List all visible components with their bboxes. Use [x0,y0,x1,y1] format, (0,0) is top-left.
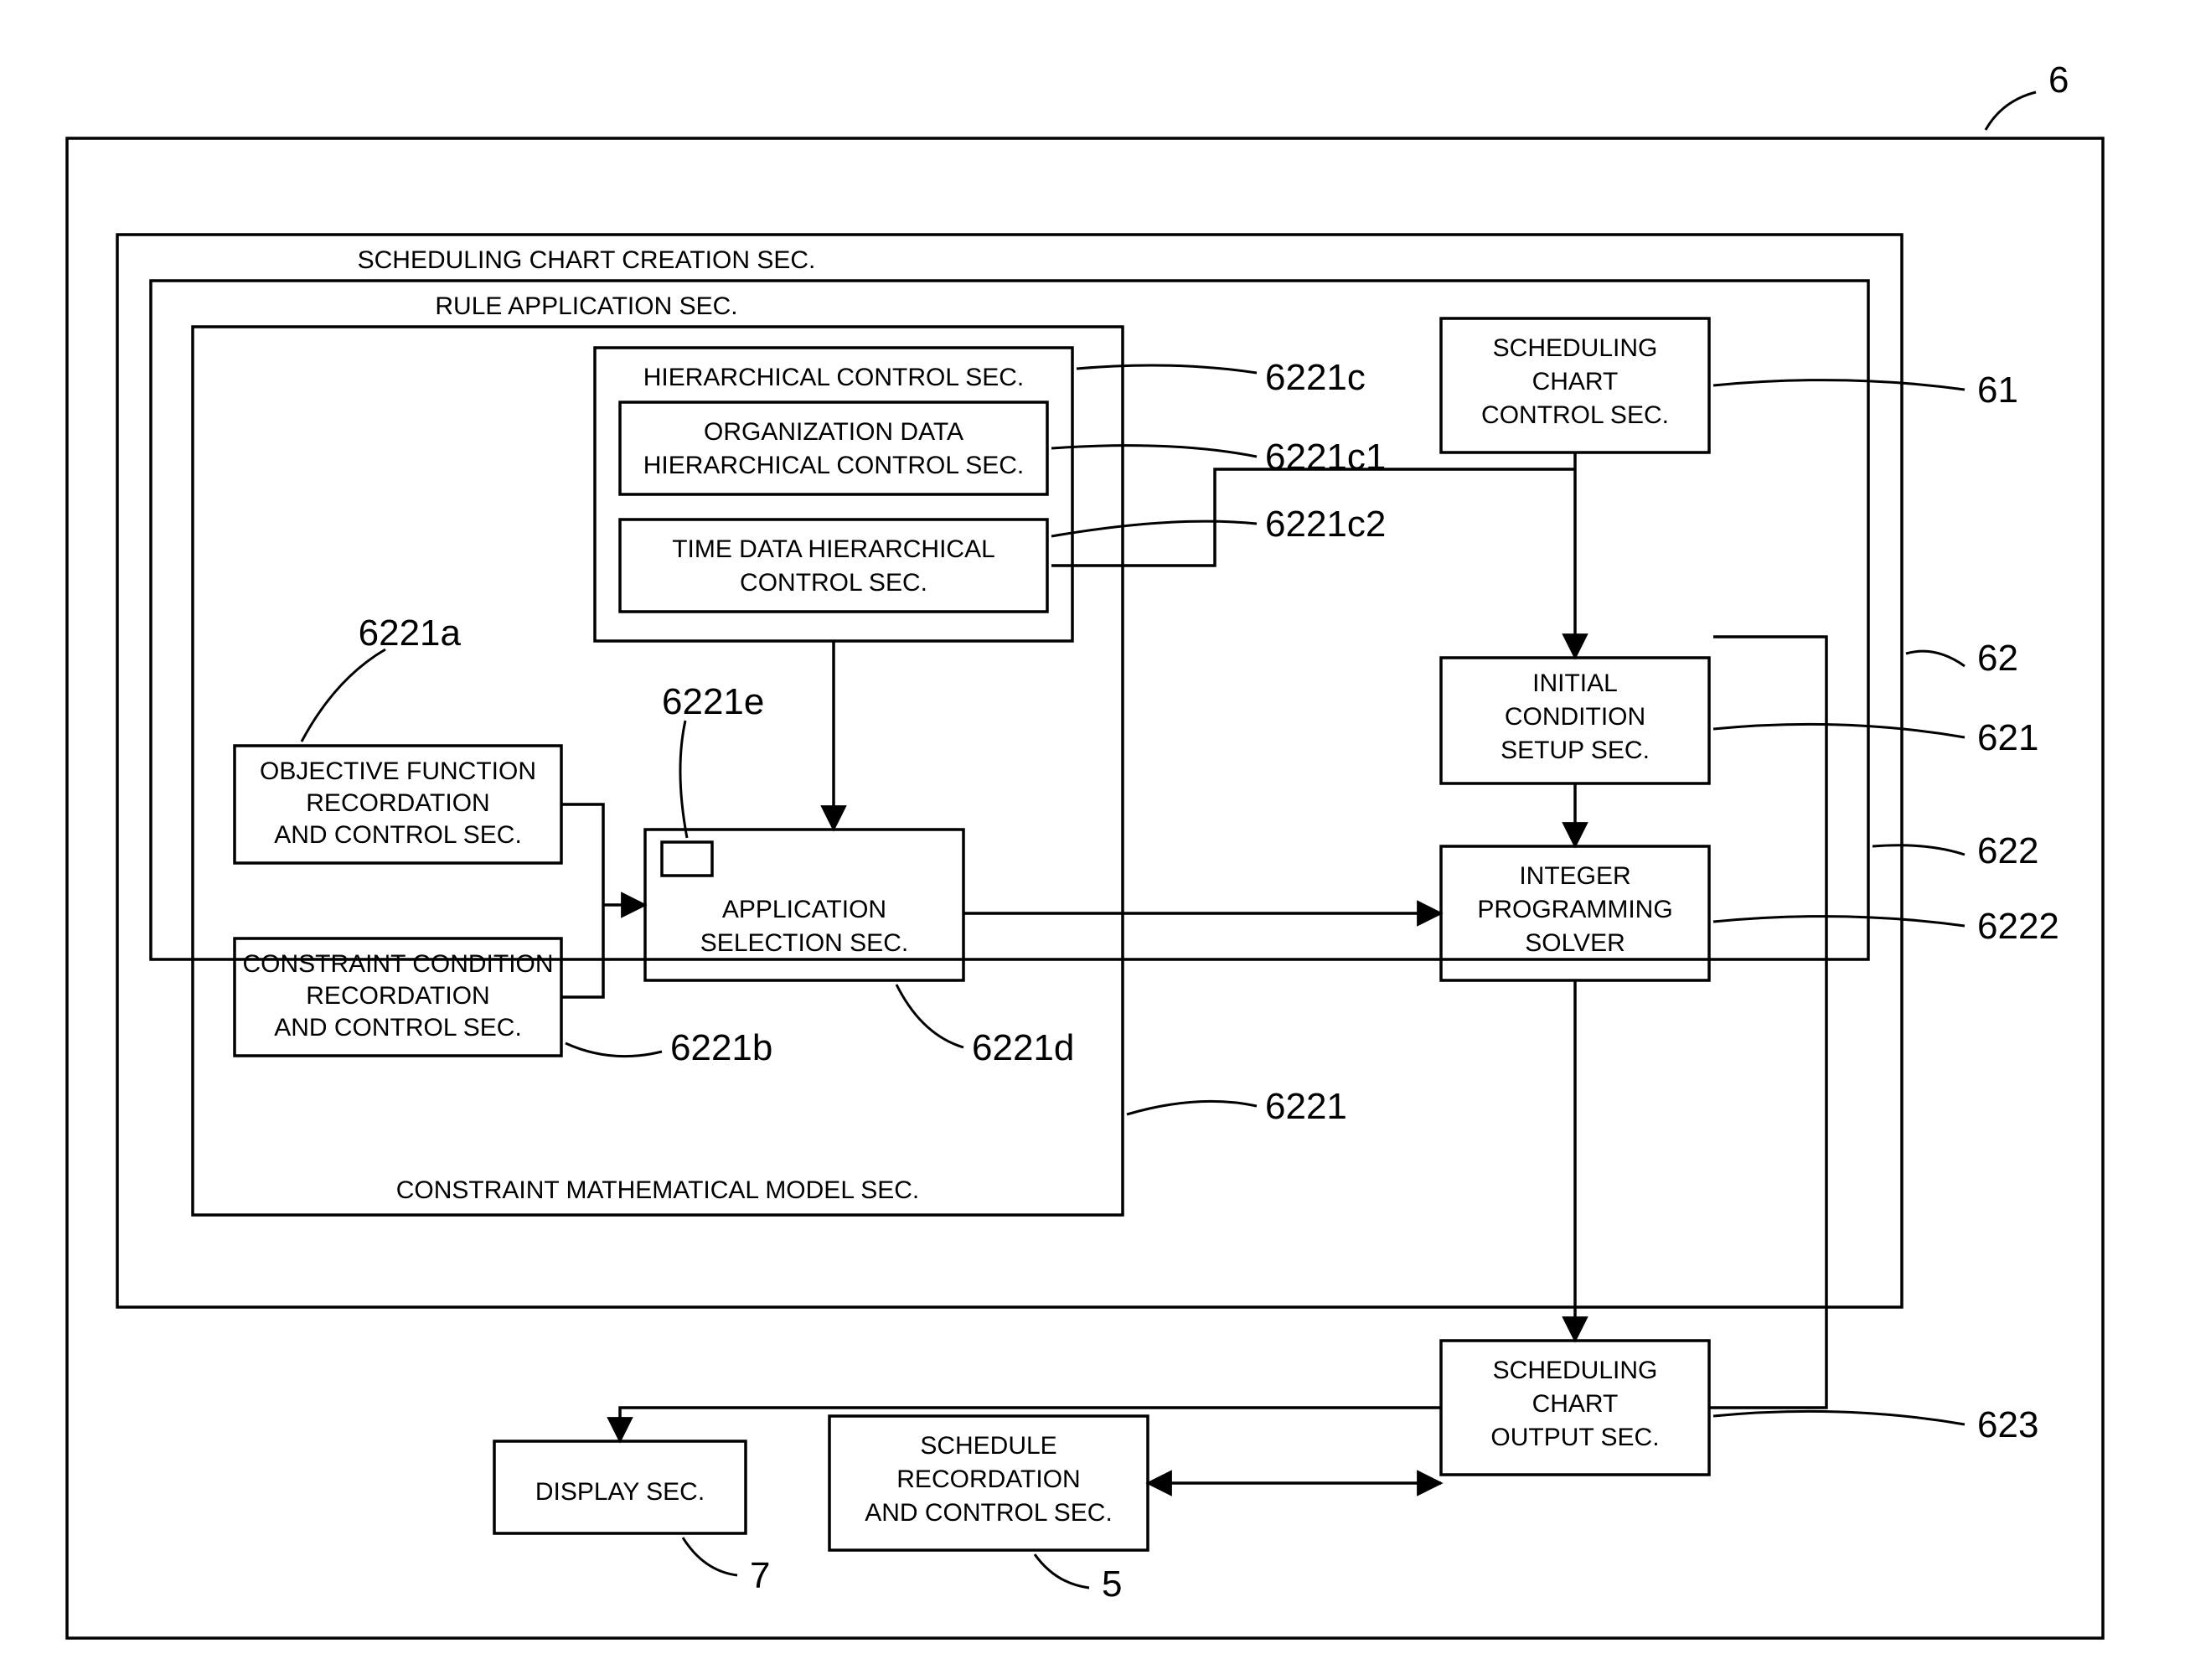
conn-recordation-join [561,804,603,997]
label-6221c2-l2: CONTROL SEC. [740,569,927,597]
ref-6222: 6222 [1977,906,2059,947]
label-61-l2: CHART [1532,368,1619,395]
label-6221d-l1: APPLICATION [722,896,886,923]
system-block-diagram: 6 SCHEDULING CHART CREATION SEC. 62 RULE… [0,0,2185,1680]
label-7: DISPLAY SEC. [535,1478,705,1506]
ref-7: 7 [750,1555,770,1596]
label-6222-l3: SOLVER [1525,929,1625,957]
label-6221c: HIERARCHICAL CONTROL SEC. [643,364,1025,391]
label-6221a-l1: OBJECTIVE FUNCTION [260,757,536,785]
label-6221c1-l2: HIERARCHICAL CONTROL SEC. [643,452,1025,479]
label-6221b-l2: RECORDATION [306,982,489,1010]
box-6221c2 [620,520,1047,612]
label-622-title: RULE APPLICATION SEC. [435,292,737,320]
ref-6221d: 6221d [972,1027,1074,1068]
label-6222-l2: PROGRAMMING [1477,896,1672,923]
ref-6221c: 6221c [1265,357,1366,398]
label-5-l2: RECORDATION [896,1465,1080,1493]
ref-5: 5 [1102,1564,1122,1605]
label-621-l1: INITIAL [1532,669,1618,697]
box-6221c1 [620,402,1047,494]
container-6 [67,138,2103,1638]
box-6221e [662,842,712,876]
label-623-l2: CHART [1532,1390,1619,1418]
label-5-l3: AND CONTROL SEC. [865,1499,1113,1527]
label-5-l1: SCHEDULE [920,1432,1056,1460]
label-61-l3: CONTROL SEC. [1481,401,1669,429]
label-6222-l1: INTEGER [1519,862,1630,890]
ref-621: 621 [1977,717,2038,758]
ref-6221a: 6221a [359,613,462,654]
ref-6221c2: 6221c2 [1265,504,1386,545]
label-6221d-l2: SELECTION SEC. [700,929,908,957]
label-6221a-l3: AND CONTROL SEC. [274,821,522,849]
label-6221c2-l1: TIME DATA HIERARCHICAL [672,535,995,563]
ref-6221c1: 6221c1 [1265,437,1386,478]
ref-623: 623 [1977,1404,2038,1445]
ref-62: 62 [1977,638,2018,679]
ref-6221b: 6221b [670,1027,772,1068]
label-62: SCHEDULING CHART CREATION SEC. [358,246,816,274]
ref-6221: 6221 [1265,1086,1347,1127]
label-623-l1: SCHEDULING [1493,1357,1658,1384]
label-6221b-l3: AND CONTROL SEC. [274,1014,522,1042]
conn-output-feedback [1709,637,1826,1408]
label-61-l1: SCHEDULING [1493,334,1658,362]
ref-61: 61 [1977,370,2018,411]
label-623-l3: OUTPUT SEC. [1490,1424,1659,1451]
ref-6: 6 [2048,59,2069,101]
label-621-l3: SETUP SEC. [1501,737,1650,764]
label-6221c1-l1: ORGANIZATION DATA [704,418,963,446]
label-6221a-l2: RECORDATION [306,789,489,817]
ref-6221e: 6221e [662,681,764,722]
label-621-l2: CONDITION [1505,703,1645,731]
ref-622: 622 [1977,830,2038,871]
label-6221-title: CONSTRAINT MATHEMATICAL MODEL SEC. [396,1176,920,1204]
label-6221b-l1: CONSTRAINT CONDITION [242,950,553,978]
